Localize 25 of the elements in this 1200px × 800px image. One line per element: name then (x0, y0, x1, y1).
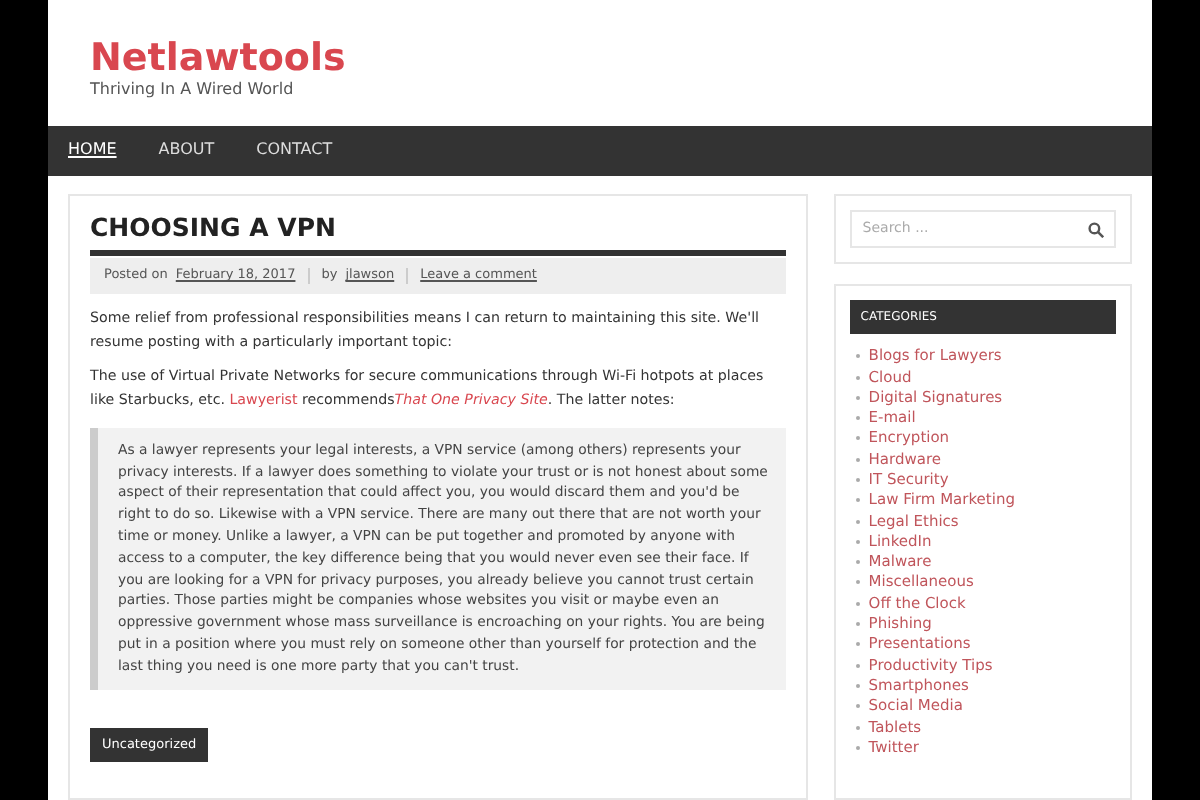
bullet-icon (856, 436, 861, 441)
bullet-icon (856, 704, 861, 709)
bullet-icon (856, 745, 861, 750)
bullet-icon (856, 663, 861, 668)
bullet-icon (856, 539, 861, 544)
site-tagline: Thriving In A Wired World (90, 80, 296, 100)
bullet-icon (856, 683, 861, 688)
bullet-icon (856, 477, 861, 482)
nav-link[interactable]: HOME (68, 138, 117, 163)
bullet-icon (856, 416, 861, 421)
site-title[interactable]: Netlawtools (90, 36, 1152, 80)
bullet-icon (856, 395, 861, 400)
bullet-icon (856, 642, 861, 647)
bullet-icon (856, 498, 861, 503)
bullet-icon (856, 601, 861, 606)
bullet-icon (856, 622, 861, 627)
bullet-icon (856, 580, 861, 585)
bullet-icon (856, 457, 861, 462)
search-icon[interactable] (1088, 221, 1104, 238)
bullet-icon (856, 560, 861, 565)
bullet-icon (856, 519, 861, 524)
bullet-icon (856, 725, 861, 730)
nav-link[interactable]: ABOUT (158, 138, 215, 163)
bullet-icon (856, 354, 861, 359)
nav-link[interactable]: CONTACT (256, 138, 333, 163)
